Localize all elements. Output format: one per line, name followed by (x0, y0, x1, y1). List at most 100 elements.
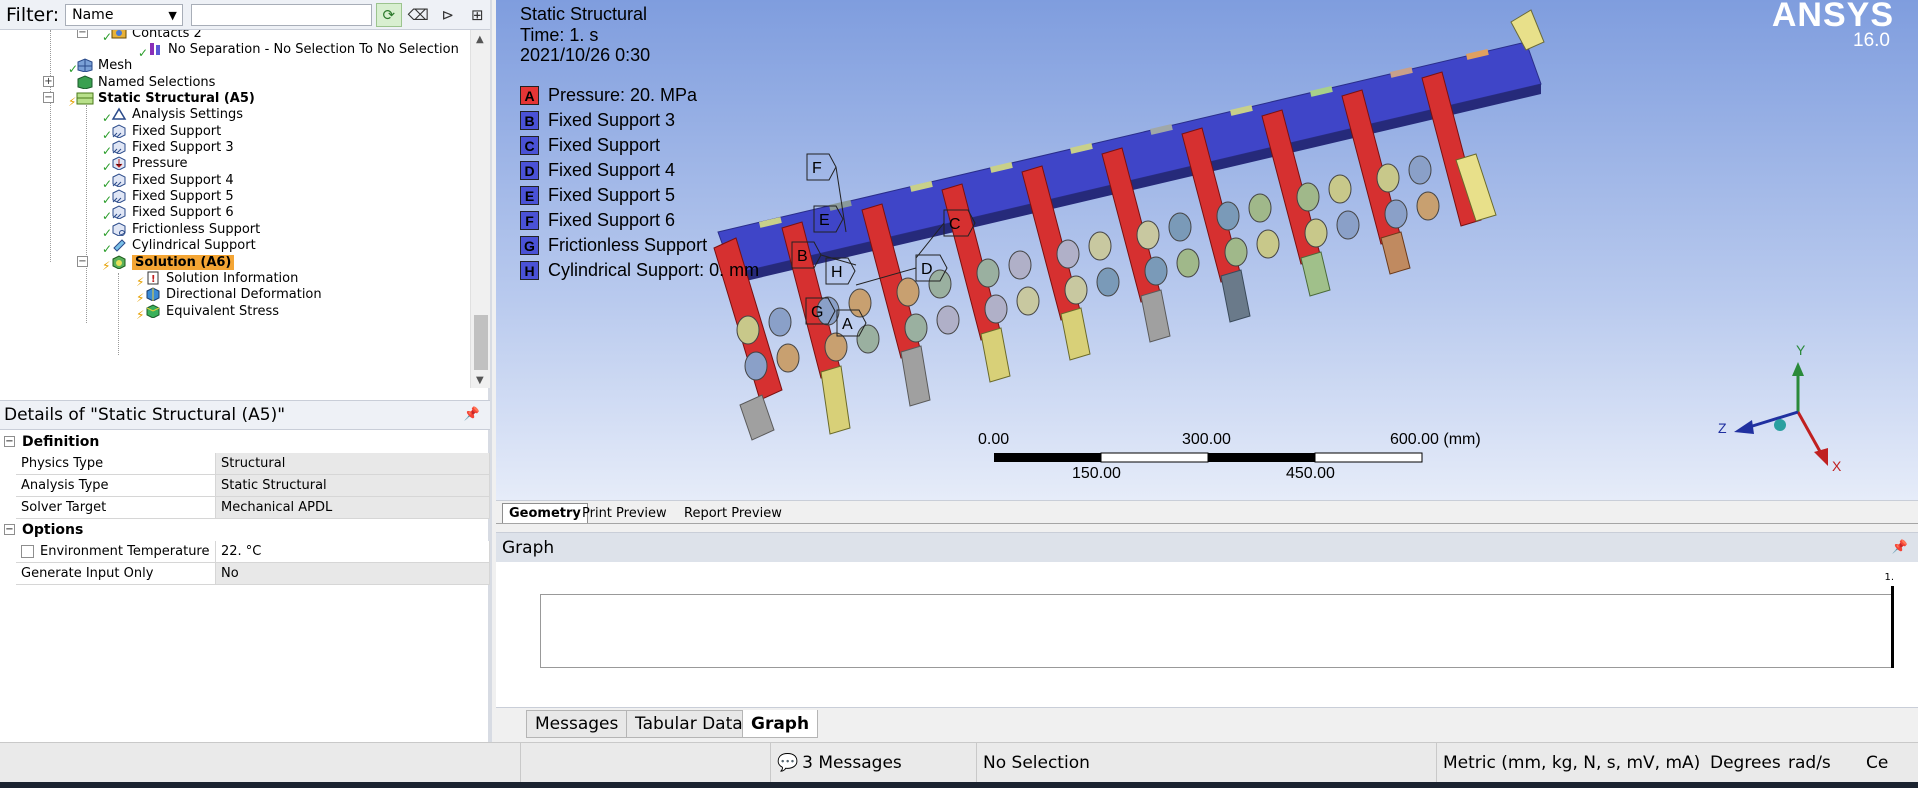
tab-geometry[interactable]: Geometry (502, 503, 588, 523)
outline-pane: Filter: Name ▼ ⟳ ⌫ ⊳ ⊞ − ✓ Contacts 2 ✓ … (0, 0, 492, 742)
status-rate-units[interactable]: rad/s (1782, 743, 1860, 783)
tree-item-label: Equivalent Stress (166, 303, 280, 319)
graph-time-marker (1891, 586, 1894, 668)
tree-item-label: Analysis Settings (132, 106, 244, 122)
legend-swatch: C (520, 136, 539, 155)
outline-tree: − ✓ Contacts 2 ✓ No Separation - No Sele… (0, 30, 470, 388)
triad-y-label: Y (1796, 342, 1806, 358)
tab-print-preview[interactable]: Print Preview (576, 503, 673, 523)
parameter-checkbox[interactable] (21, 545, 34, 558)
legend-swatch: E (520, 186, 539, 205)
legend-label: Cylindrical Support: 0. mm (548, 260, 760, 280)
svg-text:G: G (811, 304, 823, 321)
refresh-filter-button[interactable]: ⟳ (376, 2, 402, 27)
details-value[interactable]: Mechanical APDL (216, 497, 490, 518)
roller (1304, 218, 1328, 248)
viewport-tabs: Geometry Print Preview Report Preview (496, 500, 1918, 524)
status-messages[interactable]: 💬 3 Messages (770, 743, 976, 783)
roller (1336, 210, 1360, 240)
tree-item-no-separation[interactable]: ✓ No Separation - No Selection To No Sel… (138, 39, 459, 61)
status-angle-units[interactable]: Degrees (1704, 743, 1782, 783)
mesh-icon: ✓ (68, 57, 94, 76)
roller (1256, 229, 1280, 259)
collapse-toggle[interactable]: − (4, 524, 15, 535)
legend-label: Fixed Support 4 (548, 160, 676, 180)
legend-item-a: A Pressure: 20. MPa (520, 83, 759, 108)
details-group-label: Options (22, 522, 84, 538)
contact-region-icon: ✓ (138, 41, 164, 60)
legend-item-d: D Fixed Support 4 (520, 158, 759, 183)
deformation-result-icon: ⚡ (136, 286, 162, 305)
coordinate-triad[interactable] (1734, 362, 1828, 466)
collapse-toggle[interactable]: − (43, 92, 54, 103)
graph-plot-box (540, 594, 1892, 668)
tree-item-label: No Separation - No Selection To No Selec… (168, 41, 459, 57)
graph-area[interactable]: 1. (496, 562, 1918, 707)
scroll-down-icon[interactable]: ▼ (476, 375, 484, 386)
roller (1096, 267, 1120, 297)
filter-type-select[interactable]: Name ▼ (65, 3, 183, 26)
collapse-icon: ⊳ (441, 5, 455, 24)
tree-scrollbar[interactable]: ▲ ▼ (470, 30, 490, 388)
details-group-definition[interactable]: − Definition (0, 431, 490, 453)
status-temp-units[interactable]: Ce (1860, 743, 1918, 783)
details-row-solver-target: Solver Target Mechanical APDL (16, 497, 490, 519)
tree-connector (118, 273, 119, 355)
roller (1088, 231, 1112, 261)
roller (1008, 250, 1032, 280)
legend-swatch: F (520, 211, 539, 230)
details-key: Generate Input Only (16, 563, 216, 584)
collapse-toggle[interactable]: − (77, 30, 88, 38)
generate-input-only-select[interactable]: No (216, 563, 490, 584)
status-bar: 💬 3 Messages No Selection Metric (mm, kg… (0, 742, 1918, 783)
roller (984, 294, 1008, 324)
leg (739, 394, 775, 441)
tab-messages[interactable]: Messages (526, 710, 628, 738)
legend-label: Fixed Support 3 (548, 110, 676, 130)
scroll-up-icon[interactable]: ▲ (476, 34, 484, 45)
contacts-icon: ✓ (102, 30, 128, 44)
tree-connector (86, 105, 87, 323)
tab-graph[interactable]: Graph (742, 710, 819, 738)
legend-swatch: G (520, 236, 539, 255)
environment-temperature-field[interactable]: 22. °C (216, 541, 490, 562)
tree-item-equivalent-stress[interactable]: ⚡ Equivalent Stress (136, 301, 280, 323)
graphics-viewport[interactable]: F E B H C D G A Static Structural Time: … (496, 0, 1918, 500)
status-units[interactable]: Metric (mm, kg, N, s, mV, mA) (1436, 743, 1704, 783)
status-blank (0, 743, 520, 783)
triad-x-label: X (1832, 458, 1842, 474)
graph-header: Graph 📌 (496, 532, 1918, 562)
details-value: Static Structural (216, 475, 490, 496)
analysis-settings-icon: ✓ (102, 106, 128, 125)
legend-label: Fixed Support 5 (548, 185, 676, 205)
expand-toggle[interactable]: + (43, 76, 54, 87)
details-group-options[interactable]: − Options (0, 519, 490, 541)
filter-search-input[interactable] (190, 3, 372, 26)
tab-tabular-data[interactable]: Tabular Data (626, 710, 752, 738)
pin-icon[interactable]: 📌 (1892, 540, 1908, 555)
scale-label-0: 0.00 (978, 431, 1010, 448)
callout-h: H (825, 257, 856, 285)
legend-swatch: H (520, 261, 539, 280)
details-header: Details of "Static Structural (A5)" 📌 (0, 400, 490, 430)
filter-label: Filter: (6, 3, 60, 26)
scale-label-600: 600.00 (mm) (1390, 431, 1481, 448)
scroll-thumb[interactable] (474, 315, 488, 370)
analysis-title: Static Structural (520, 4, 648, 24)
roller (1416, 191, 1440, 221)
pin-icon[interactable]: 📌 (464, 407, 480, 422)
legend-label: Pressure: 20. MPa (548, 85, 698, 105)
legend-item-e: E Fixed Support 5 (520, 183, 759, 208)
tab-report-preview[interactable]: Report Preview (678, 503, 788, 523)
clear-filter-button[interactable]: ⌫ (406, 3, 432, 27)
collapse-toggle[interactable]: − (4, 436, 15, 447)
bottom-tabs: Messages Tabular Data Graph (496, 707, 1918, 739)
pressure-icon: ✓ (102, 155, 128, 174)
svg-text:E: E (819, 212, 830, 229)
details-row-analysis-type: Analysis Type Static Structural (16, 475, 490, 497)
expand-tree-button[interactable]: ⊞ (465, 3, 491, 27)
details-title: Details of "Static Structural (A5)" (4, 405, 286, 425)
collapse-tree-button[interactable]: ⊳ (435, 3, 461, 27)
filter-type-value: Name (72, 6, 114, 23)
collapse-toggle[interactable]: − (77, 256, 88, 267)
